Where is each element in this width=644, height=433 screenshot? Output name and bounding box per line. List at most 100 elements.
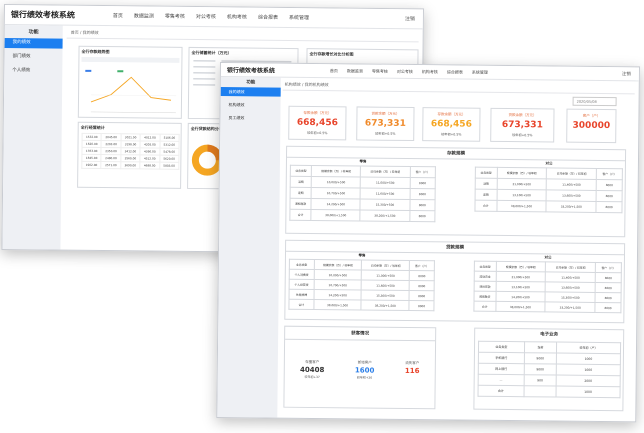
loan-corporate-table: 业务类型 规模余额（万）/ 较年初 日均余额（万）/ 较年初 客户（户） 流动资金 21,… — [473, 261, 622, 314]
stat-value: 668,456 — [430, 119, 472, 130]
customer-stat: 存量客户 40408 较年初+37 — [300, 360, 325, 379]
table-cell: 合计 — [478, 385, 524, 397]
table-header-cell: 客户（户） — [595, 262, 622, 273]
table-header-cell: 业务类型 — [474, 261, 496, 272]
back-breadcrumb: 首页 / 我的绩效 — [66, 27, 419, 43]
nav-item-1[interactable]: 数据监测 — [134, 12, 154, 19]
sidebar-item-0[interactable]: 我的绩效 — [220, 87, 281, 97]
table-cell: 3690.00 — [120, 161, 141, 169]
table-header-cell: 日均余额（万）/ 较年初 — [361, 259, 410, 271]
nav-item-5[interactable]: 综合报表 — [258, 14, 278, 21]
table-cell: 13,100/+500 — [495, 281, 546, 292]
sidebar-item-1[interactable]: 部门绩效 — [4, 52, 62, 63]
sidebar-item-2[interactable]: 员工绩效 — [220, 113, 280, 123]
table-cell: 11,600/+500 — [360, 187, 410, 200]
table-cell: 定期 — [290, 187, 312, 199]
stat-card: 贷款余额（万元） 673,331 较年初+0.5% — [490, 107, 555, 143]
table-cell: 2571.00 — [101, 161, 121, 169]
front-logout-link[interactable]: 注销 — [622, 71, 631, 77]
table-cell: 38,000/+1,500 — [495, 301, 546, 312]
front-breadcrumb: 机构绩效 / 我的机构绩效 — [282, 79, 635, 95]
table-cell: 8000 — [596, 201, 623, 213]
back-trend-panel: 全行存款趋势图 — [77, 45, 183, 119]
table-cell: 14,200/+500 — [313, 289, 362, 300]
table-row: 合计 38,000/+1,500 33,200/+1,500 8000 — [473, 301, 622, 313]
table-cell: 8000 — [596, 190, 623, 202]
table-cell: 38,000/+1,500 — [496, 200, 547, 212]
nav-item-3[interactable]: 对公考核 — [397, 68, 413, 74]
table-cell: 13,100/+500 — [496, 189, 547, 201]
table-header-cell: 日均余额（万）/ 较年初 — [546, 167, 597, 180]
nav-item-4[interactable]: 机构考核 — [227, 13, 247, 20]
nav-item-5[interactable]: 综合报表 — [447, 69, 463, 75]
table-cell: 合计 — [473, 301, 496, 312]
table-cell: 1000 — [556, 386, 621, 398]
table-cell: 15,300/+500 — [545, 291, 596, 303]
back-sidebar: 功能 我的绩效部门绩效个人绩效 — [2, 25, 63, 250]
table-cell: 网上银行 — [478, 363, 525, 375]
table-cell: 38,000/+1,500 — [311, 209, 361, 221]
nav-item-0[interactable]: 首页 — [113, 12, 123, 19]
nav-item-2[interactable]: 零售考核 — [165, 13, 185, 20]
table-cell: 2000 — [556, 375, 621, 387]
sidebar-item-2[interactable]: 个人绩效 — [4, 66, 62, 77]
table-header-cell: 当前 — [524, 341, 557, 354]
table-row: 合计 38,000/+1,500 38,200/+1,500 8000 — [289, 209, 435, 222]
nav-item-3[interactable]: 对公考核 — [196, 13, 216, 20]
stat-value: 673,331 — [501, 119, 543, 131]
table-cell: 11,000/+500 — [361, 269, 410, 281]
customer-stat: 新增客户 1600 较年初+26 — [355, 360, 375, 379]
table-cell: 11,400/+500 — [546, 178, 597, 191]
table-cell: 合计 — [288, 299, 314, 310]
back-logout-link[interactable]: 注销 — [405, 15, 415, 22]
table-cell: 21,000/+500 — [496, 178, 547, 190]
table-cell: 活期 — [290, 176, 312, 188]
nav-item-6[interactable]: 系统管理 — [289, 14, 309, 21]
table-cell: 15,300/+500 — [361, 289, 410, 301]
stat-card: 存款余额（万元） 668,456 较年初+0.5% — [288, 105, 347, 141]
nav-item-1[interactable]: 数据监测 — [347, 68, 363, 74]
customer-title: 获客情况 — [285, 326, 436, 342]
back-header: 银行绩效考核系统 首页 数据监测 零售考核 对公考核 机构考核 综合报表 系统管理 注销 — [4, 5, 423, 30]
stat-value: 673,331 — [364, 118, 406, 129]
back-sidebar-header: 功能 — [28, 29, 39, 36]
table-cell: 贸易融资 — [474, 291, 496, 302]
table-cell: 8000 — [595, 272, 622, 283]
nav-item-6[interactable]: 系统管理 — [472, 69, 488, 75]
table-cell: 38,200/+1,500 — [361, 299, 410, 311]
stat-sub — [567, 133, 615, 134]
table-cell: 11,400/+500 — [545, 271, 596, 283]
loan-retail-table: 业务类型 规模余额（万）/ 较年初 日均余额（万）/ 较年初 客户（户） 个人消费贷 10… — [288, 259, 435, 312]
table-header-cell: 较年初（户） — [556, 342, 621, 354]
table-header-cell: 客户（户） — [409, 260, 435, 271]
table-cell: 8000 — [596, 179, 623, 191]
table-cell: 9000 — [524, 352, 557, 365]
nav-item-0[interactable]: 首页 — [330, 68, 338, 74]
front-header: 银行绩效考核系统 首页 数据监测 零售考核 对公考核 机构考核 综合报表 系统管理 注销 — [220, 63, 639, 82]
table-cell: 8000 — [409, 280, 435, 291]
stat-label: 存款余额（万元） — [437, 112, 466, 117]
sidebar-item-1[interactable]: 机构绩效 — [221, 100, 281, 110]
table-header-cell: 规模余额（万）/ 较年初 — [496, 167, 547, 179]
table-cell: 21,000/+500 — [495, 271, 546, 282]
table-cell: 合计 — [474, 200, 497, 212]
loan-section: 贷款规模 零售 对公 业务类型 规模余额（万）/ 较年初 日均余额（万）/ 较年初客… — [284, 239, 626, 324]
table-cell: 10,700/+500 — [313, 279, 362, 290]
table-cell: 合计 — [289, 209, 312, 221]
stat-sub: 较年初+0.5% — [441, 132, 462, 137]
table-row: 合计 38,000/+1,500 33,200/+1,500 8000 — [474, 200, 623, 213]
table-cell: 38,200/+1,500 — [360, 209, 410, 222]
deposit-section: 存款规模 零售 对公 业务类型 规模余额（万）/ 较年初 日均余额（万）/ 较年初客… — [285, 145, 627, 238]
table-cell: 4688.00 — [139, 161, 160, 170]
stat-label: 客户（户） — [582, 113, 601, 118]
customer-stat-sub: 较年初+26 — [356, 375, 373, 380]
nav-item-2[interactable]: 零售考核 — [372, 68, 388, 74]
date-field[interactable]: 2020/05/08 — [572, 96, 617, 107]
table-cell: 定期 — [475, 189, 497, 201]
table-cell: 11,000/+500 — [360, 176, 410, 189]
table-cell: 8000 — [595, 282, 622, 293]
stat-sub: 较年初+0.5% — [307, 130, 328, 136]
nav-item-4[interactable]: 机构考核 — [422, 69, 438, 75]
stat-card: 贷款余额（万元） 673,331 较年初+0.5% — [356, 106, 415, 142]
sidebar-item-0[interactable]: 我的绩效 — [4, 38, 63, 49]
